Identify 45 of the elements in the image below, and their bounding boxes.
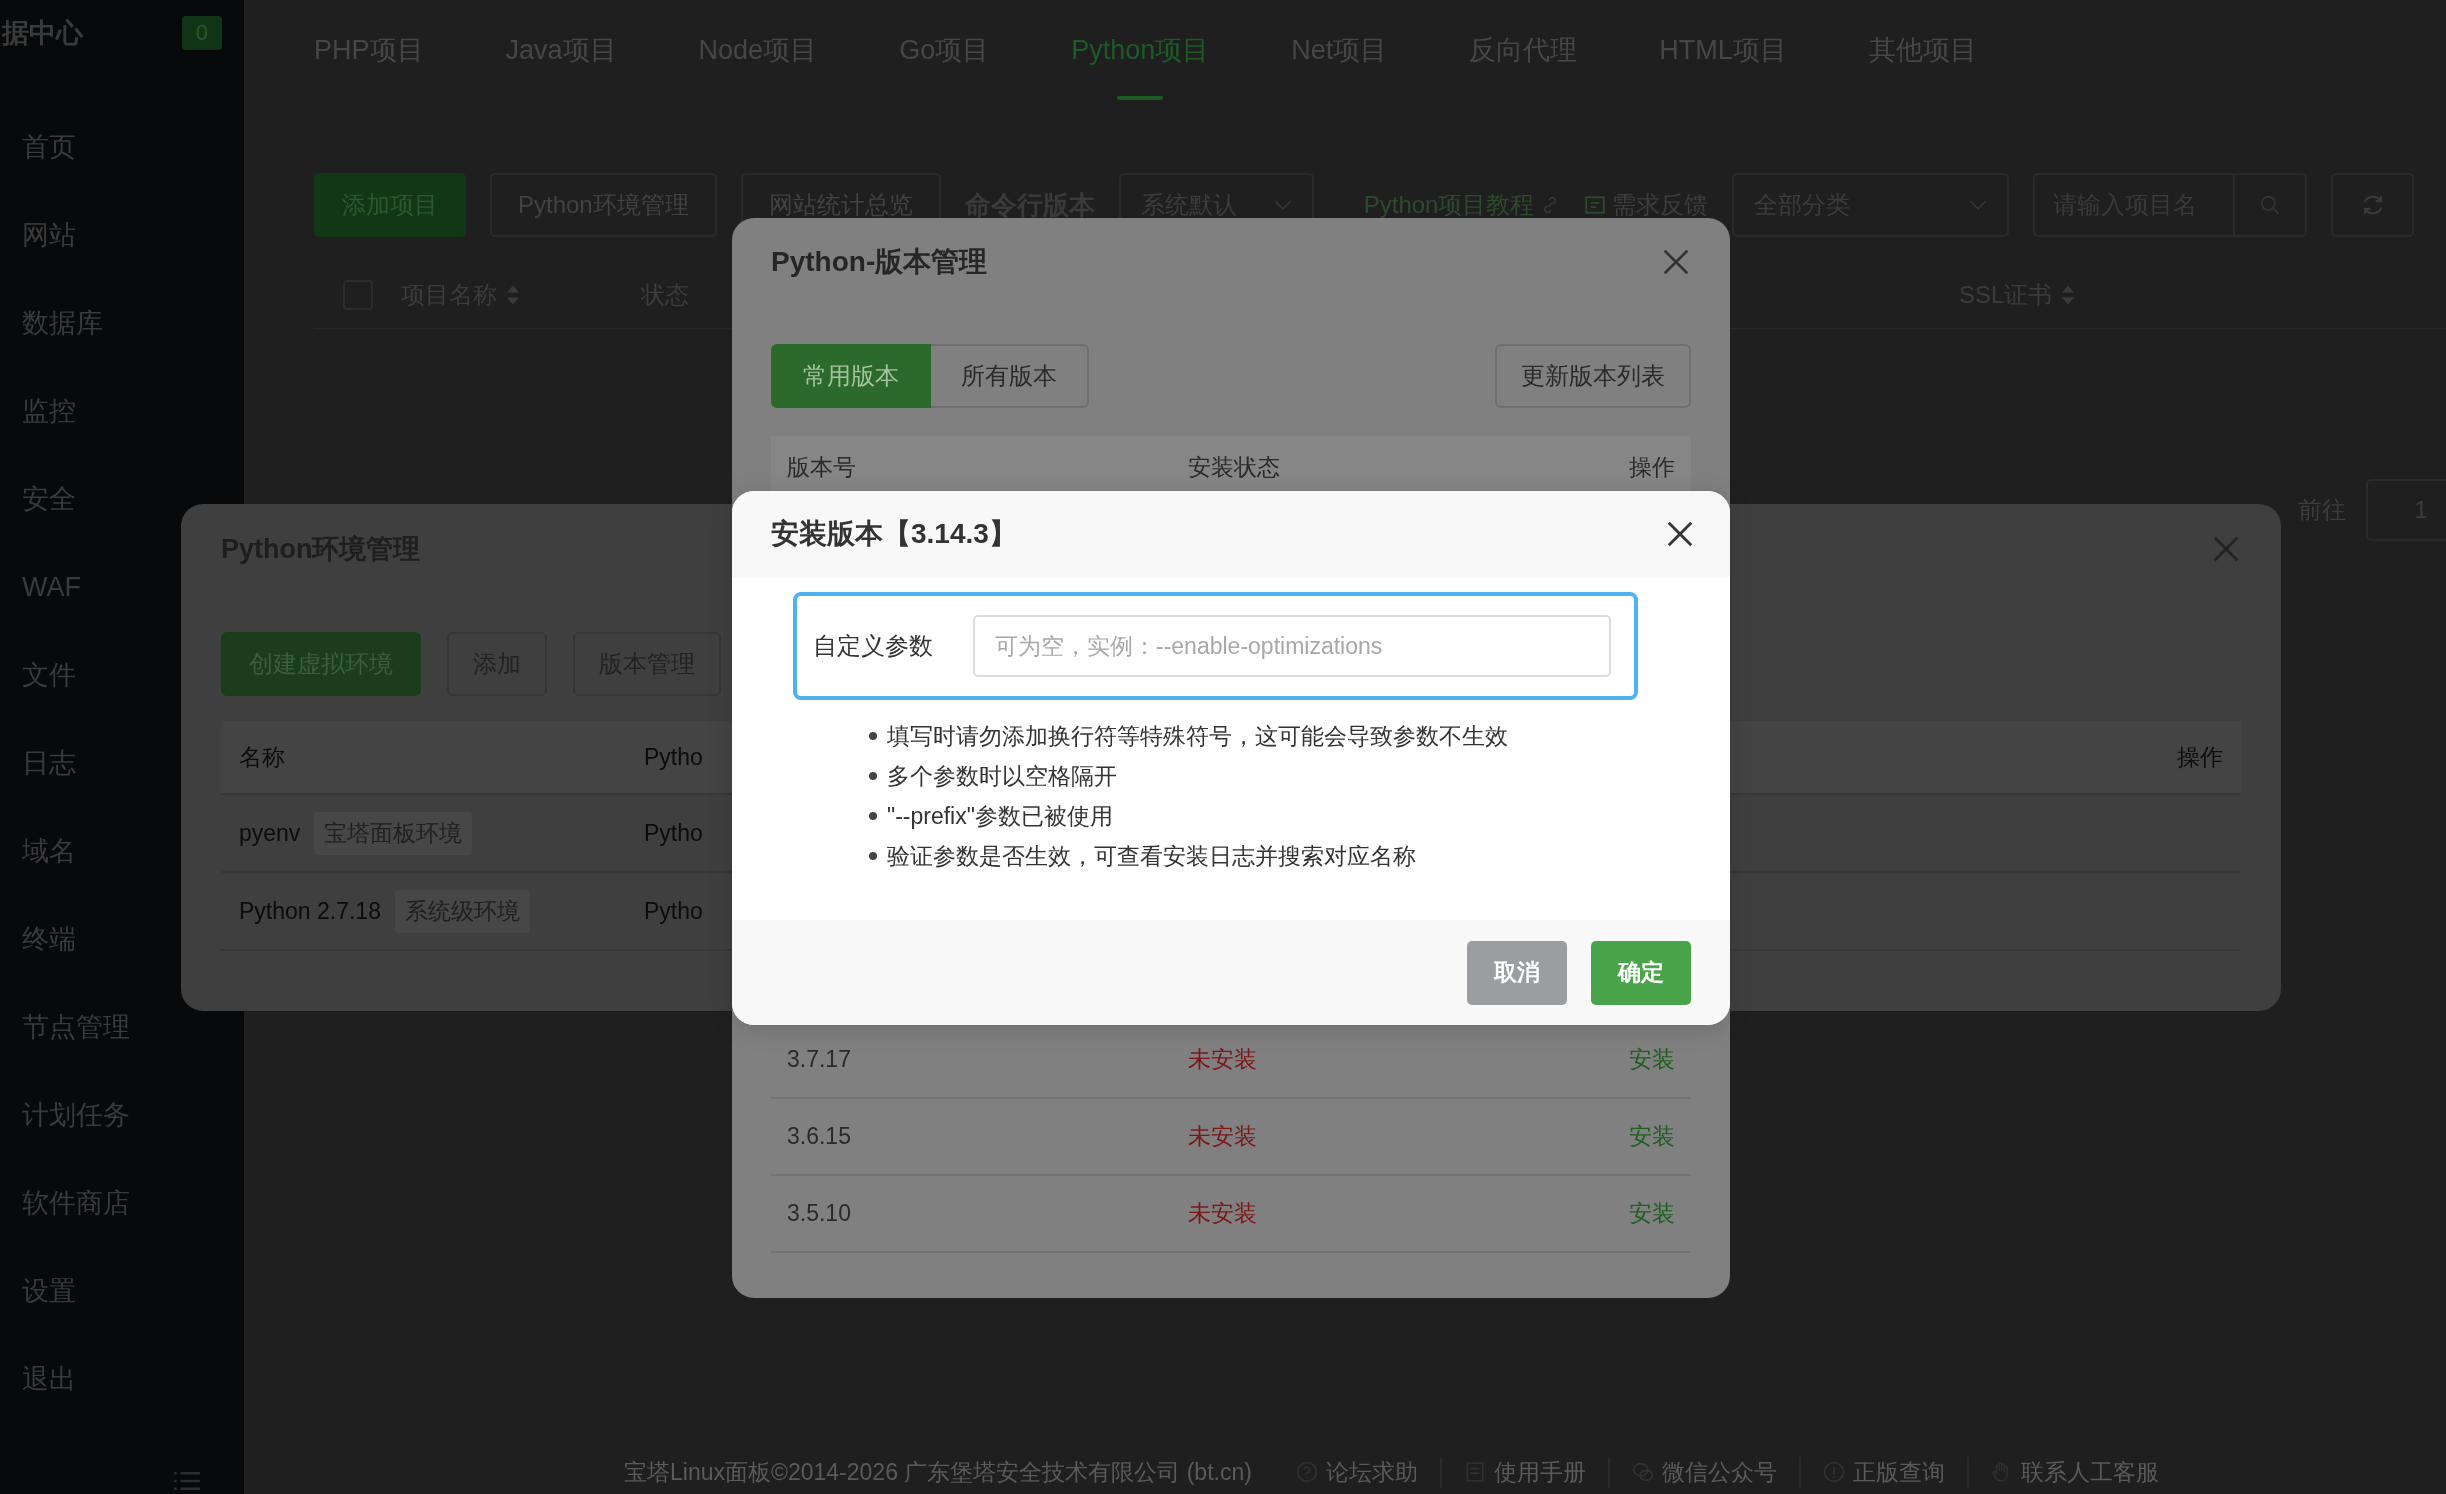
sort-icon[interactable] <box>2062 285 2075 305</box>
dialog-title: Python-版本管理 <box>771 245 988 279</box>
column-header: 操作 <box>1629 454 1675 480</box>
custom-args-input[interactable]: 可为空，实例：--enable-optimizations <box>973 615 1611 677</box>
install-status: 未安装 <box>1188 1123 1257 1149</box>
copyright-text: 宝塔Linux面板©2014-2026 广东堡塔安全技术有限公司 (bt.cn) <box>624 1457 1253 1487</box>
close-icon[interactable] <box>1665 519 1695 549</box>
footer-link[interactable]: 微信公众号 <box>1661 1456 1777 1488</box>
cancel-button[interactable]: 取消 <box>1467 940 1567 1005</box>
feedback-icon <box>1584 194 1607 216</box>
install-link[interactable]: 安装 <box>1629 1198 1675 1229</box>
note-text: 多个参数时以空格隔开 <box>887 761 1117 791</box>
column-header: 安装状态 <box>1188 454 1280 480</box>
note-text: "--prefix"参数已被使用 <box>887 801 1113 831</box>
confirm-button[interactable]: 确定 <box>1591 940 1691 1005</box>
bullet-icon <box>869 732 877 740</box>
menu-icon[interactable] <box>174 1472 200 1490</box>
field-label: 自定义参数 <box>813 631 934 661</box>
install-link[interactable]: 安装 <box>1629 1044 1675 1075</box>
dialog-title: 安装版本【3.14.3】 <box>771 517 1017 551</box>
footer-link[interactable]: 论坛求助 <box>1325 1456 1418 1488</box>
install-status: 未安装 <box>1188 1046 1257 1072</box>
footer-link[interactable]: 使用手册 <box>1493 1456 1586 1488</box>
column-header: 操作 <box>2177 743 2223 770</box>
bullet-icon <box>869 772 877 780</box>
project-tab[interactable]: Python项目 <box>1071 0 1210 100</box>
note-text: 填写时请勿添加换行符等特殊符号，这可能会导致参数不生效 <box>887 721 1508 751</box>
install-link[interactable]: 安装 <box>1629 1121 1675 1152</box>
version-tab[interactable]: 常用版本 <box>771 344 931 408</box>
note-text: 验证参数是否生效，可查看安装日志并搜索对应名称 <box>887 841 1416 871</box>
version-tab[interactable]: 所有版本 <box>931 344 1089 408</box>
column-header: 版本号 <box>787 454 856 480</box>
column-header: 名称 <box>239 742 285 772</box>
version-number: 3.6.15 <box>787 1123 851 1149</box>
bullet-icon <box>869 812 877 820</box>
column-header: Pytho <box>644 743 703 770</box>
update-list-button[interactable]: 更新版本列表 <box>1495 344 1691 408</box>
version-number: 3.7.17 <box>787 1046 851 1072</box>
refresh-button[interactable] <box>2331 173 2415 237</box>
sort-icon[interactable] <box>507 285 519 305</box>
install-status: 未安装 <box>1188 1200 1257 1226</box>
version-number: 3.5.10 <box>787 1200 851 1226</box>
bullet-icon <box>869 852 877 860</box>
footer-link[interactable]: 正版查询 <box>1852 1456 1945 1488</box>
footer-link[interactable]: 联系人工客服 <box>2020 1456 2159 1488</box>
